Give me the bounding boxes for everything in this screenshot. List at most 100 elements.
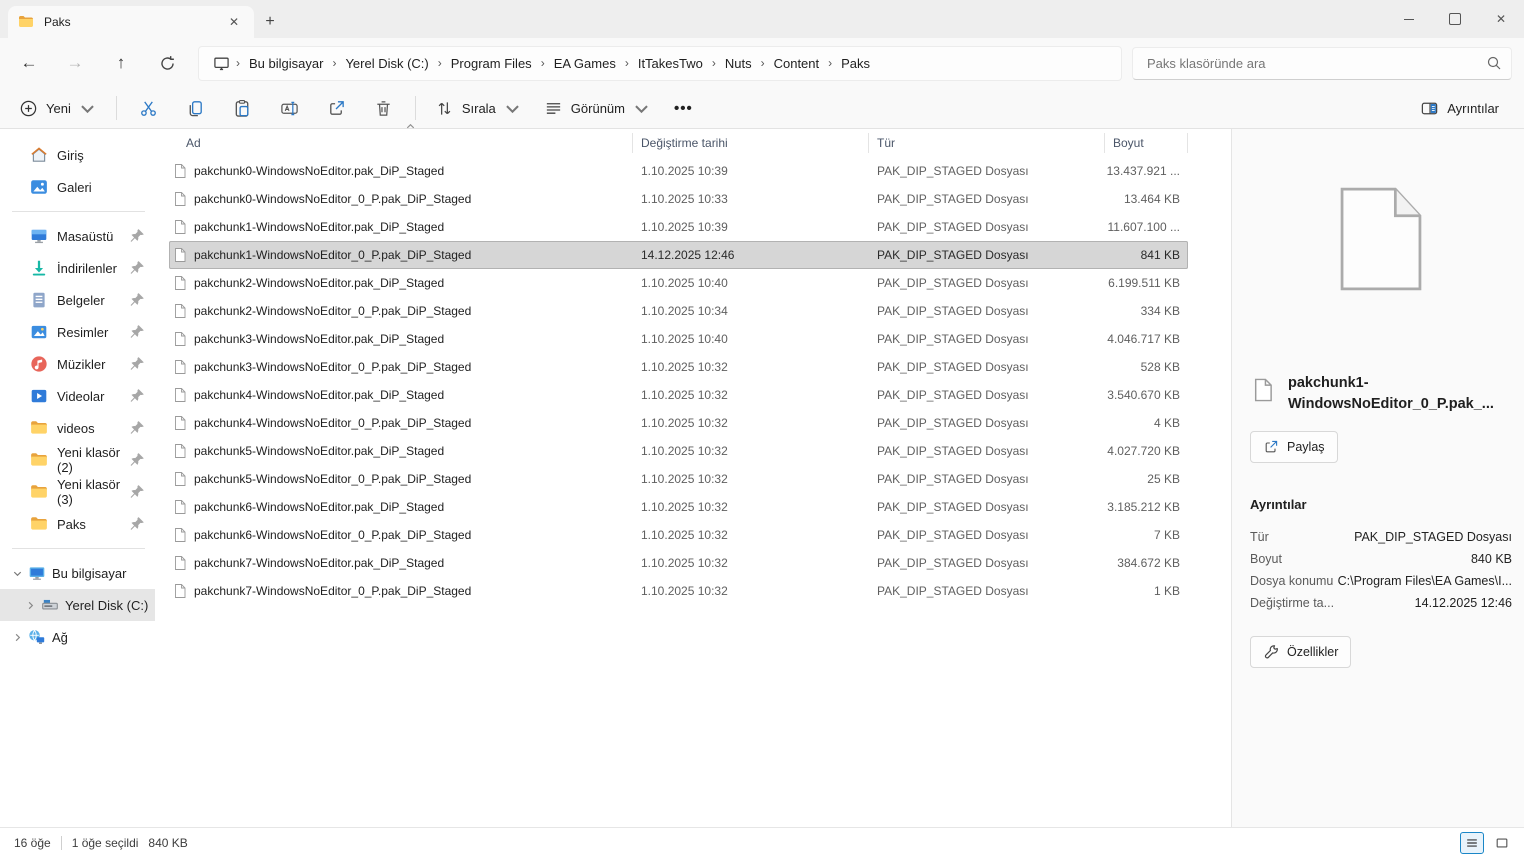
sidebar-item-galeri[interactable]: Galeri (0, 171, 155, 203)
forward-button[interactable]: → (58, 46, 92, 80)
property-label: Değiştirme ta... (1250, 596, 1335, 610)
sidebar-item-label: Resimler (57, 324, 109, 340)
sidebar-item-label: Paks (57, 516, 86, 532)
table-row[interactable]: pakchunk0-WindowsNoEditor.pak_DiP_Staged… (169, 157, 1188, 185)
more-options-button[interactable]: ••• (662, 100, 705, 117)
sidebar-item-yeni-klas-r-2-[interactable]: Yeni klasör (2) (0, 444, 155, 476)
tab-paks[interactable]: Paks ✕ (8, 6, 254, 38)
table-row[interactable]: pakchunk7-WindowsNoEditor_0_P.pak_DiP_St… (169, 577, 1188, 605)
sort-button[interactable]: Sırala (426, 92, 531, 124)
chevright-icon (12, 632, 23, 643)
new-tab-button[interactable]: + (254, 6, 286, 38)
search-box (1132, 46, 1512, 80)
sidebar-item-m-zikler[interactable]: Müzikler (0, 348, 155, 380)
chevron-right-icon[interactable] (8, 628, 26, 646)
sidebar-item-masa-st-[interactable]: Masaüstü (0, 220, 155, 252)
toolbar-divider (414, 96, 416, 120)
details-view-toggle[interactable] (1460, 831, 1484, 854)
breadcrumb-item[interactable]: Content (767, 52, 827, 75)
sidebar-tree-item-bu-bilgisayar[interactable]: Bu bilgisayar (0, 557, 155, 589)
chevron-down-icon[interactable] (8, 564, 26, 582)
breadcrumb-item[interactable]: ItTakesTwo (631, 52, 710, 75)
breadcrumb-chevron-icon: › (437, 56, 442, 70)
breadcrumb-item[interactable]: Program Files (444, 52, 539, 75)
title-bar: Paks ✕ + ✕ (0, 0, 1524, 38)
table-row[interactable]: pakchunk2-WindowsNoEditor.pak_DiP_Staged… (169, 269, 1188, 297)
back-button[interactable]: ← (12, 46, 46, 80)
breadcrumb[interactable]: › Bu bilgisayar › Yerel Disk (C:) › Program F… (198, 45, 1122, 81)
maximize-button[interactable] (1432, 0, 1478, 38)
cut-button[interactable] (127, 92, 170, 124)
chevron-right-icon[interactable] (21, 596, 39, 614)
breadcrumb-item[interactable]: Nuts (718, 52, 759, 75)
delete-button[interactable] (362, 92, 405, 124)
refresh-button[interactable] (150, 46, 184, 80)
table-row[interactable]: pakchunk5-WindowsNoEditor.pak_DiP_Staged… (169, 437, 1188, 465)
details-section-title: Ayrıntılar (1250, 497, 1307, 512)
share-button[interactable] (315, 92, 358, 124)
table-row[interactable]: pakchunk4-WindowsNoEditor.pak_DiP_Staged… (169, 381, 1188, 409)
breadcrumb-chevron-icon: › (332, 56, 337, 70)
file-size: 25 KB (1147, 472, 1180, 486)
folder-icon (30, 419, 48, 437)
table-row[interactable]: pakchunk0-WindowsNoEditor_0_P.pak_DiP_St… (169, 185, 1188, 213)
properties-button[interactable]: Özellikler (1250, 636, 1352, 668)
table-row[interactable]: pakchunk6-WindowsNoEditor_0_P.pak_DiP_St… (169, 521, 1188, 549)
table-row[interactable]: pakchunk1-WindowsNoEditor_0_P.pak_DiP_St… (169, 241, 1188, 269)
sidebar-item-label: Masaüstü (57, 228, 114, 244)
sidebar-item-giri-[interactable]: Giriş (0, 139, 155, 171)
file-type: PAK_DIP_STAGED Dosyası (877, 164, 1029, 178)
close-button[interactable]: ✕ (1478, 0, 1524, 38)
file-icon (172, 583, 188, 599)
table-row[interactable]: pakchunk2-WindowsNoEditor_0_P.pak_DiP_St… (169, 297, 1188, 325)
column-header-type[interactable]: Tür (869, 133, 1105, 153)
sidebar-item-belgeler[interactable]: Belgeler (0, 284, 155, 316)
new-button[interactable]: Yeni (10, 92, 106, 124)
paste-button[interactable] (221, 92, 264, 124)
wrench-icon (1263, 644, 1279, 660)
thumbnail-view-toggle[interactable] (1490, 832, 1514, 854)
up-button[interactable]: ↑ (104, 46, 138, 80)
file-date: 1.10.2025 10:40 (641, 332, 728, 346)
share-file-button[interactable]: Paylaş (1250, 431, 1338, 463)
breadcrumb-item[interactable]: Bu bilgisayar (242, 52, 330, 75)
breadcrumb-item[interactable]: Yerel Disk (C:) (338, 52, 435, 75)
copy-button[interactable] (174, 92, 217, 124)
details-pane-toggle[interactable]: Ayrıntılar (1411, 92, 1508, 124)
sidebar-tree-section: Bu bilgisayar Yerel Disk (C:) Ağ (0, 557, 155, 653)
search-input[interactable] (1132, 46, 1512, 80)
column-header-date[interactable]: Değiştirme tarihi (633, 133, 869, 153)
sidebar-item-paks[interactable]: Paks (0, 508, 155, 540)
folder-icon (30, 515, 48, 533)
file-name: pakchunk6-WindowsNoEditor_0_P.pak_DiP_St… (194, 528, 472, 542)
sidebar-tree-item-a-[interactable]: Ağ (0, 621, 155, 653)
table-row[interactable]: pakchunk6-WindowsNoEditor.pak_DiP_Staged… (169, 493, 1188, 521)
details-file-name: pakchunk1-WindowsNoEditor_0_P.pak_... (1288, 375, 1494, 412)
sidebar-item-resimler[interactable]: Resimler (0, 316, 155, 348)
sidebar-item-videos[interactable]: videos (0, 412, 155, 444)
breadcrumb-item[interactable]: Paks (834, 52, 877, 75)
file-date: 1.10.2025 10:32 (641, 360, 728, 374)
toolbar-divider (115, 96, 117, 120)
breadcrumb-item[interactable]: EA Games (547, 52, 623, 75)
sidebar-item-i-ndirilenler[interactable]: İndirilenler (0, 252, 155, 284)
table-row[interactable]: pakchunk3-WindowsNoEditor_0_P.pak_DiP_St… (169, 353, 1188, 381)
sidebar-item-yeni-klas-r-3-[interactable]: Yeni klasör (3) (0, 476, 155, 508)
pin-icon (128, 291, 146, 309)
sidebar-item-label: Videolar (57, 388, 105, 404)
sidebar-tree-item-yerel-disk-c-[interactable]: Yerel Disk (C:) (0, 589, 155, 621)
sidebar-item-videolar[interactable]: Videolar (0, 380, 155, 412)
minimize-button[interactable] (1386, 0, 1432, 38)
pc-icon (28, 564, 46, 582)
rename-button[interactable] (268, 92, 311, 124)
table-row[interactable]: pakchunk7-WindowsNoEditor.pak_DiP_Staged… (169, 549, 1188, 577)
table-row[interactable]: pakchunk4-WindowsNoEditor_0_P.pak_DiP_St… (169, 409, 1188, 437)
column-header-size[interactable]: Boyut (1105, 133, 1188, 153)
table-row[interactable]: pakchunk1-WindowsNoEditor.pak_DiP_Staged… (169, 213, 1188, 241)
table-row[interactable]: pakchunk5-WindowsNoEditor_0_P.pak_DiP_St… (169, 465, 1188, 493)
table-row[interactable]: pakchunk3-WindowsNoEditor.pak_DiP_Staged… (169, 325, 1188, 353)
column-header-name[interactable]: Ad (169, 133, 633, 153)
tab-close-icon[interactable]: ✕ (224, 12, 244, 32)
view-button[interactable]: Görünüm (535, 92, 660, 124)
documents-icon (30, 291, 48, 309)
